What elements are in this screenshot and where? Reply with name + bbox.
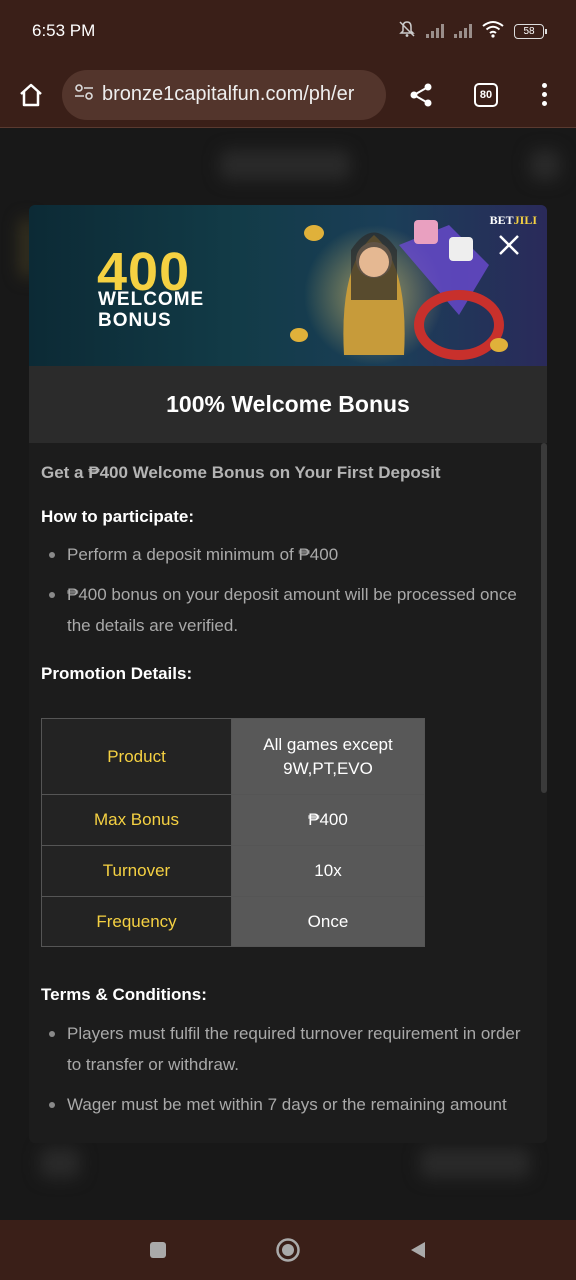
browser-toolbar: bronze1capitalfun.com/ph/er 80 [0, 62, 576, 128]
status-bar: 6:53 PM 58 [0, 0, 576, 62]
banner-artwork [290, 220, 508, 365]
table-value: ₱400 [231, 794, 425, 846]
banner-bonus: BONUS [98, 310, 172, 331]
screen: 6:53 PM 58 bronze1capitalfun.com/ph/er 8… [0, 0, 576, 1280]
table-row: Frequency Once [41, 896, 425, 947]
bg-logo [220, 150, 350, 180]
promo-modal: 400 WELCOME BONUS BETJILI 100% Welcome B… [29, 205, 547, 1143]
close-icon [499, 235, 519, 255]
mute-bell-icon [398, 20, 416, 43]
table-row: Product All games except 9W,PT,EVO [41, 718, 425, 795]
how-to-participate-heading: How to participate: [41, 507, 195, 526]
url-text[interactable]: bronze1capitalfun.com/ph/er [102, 83, 354, 106]
brand-logo-part2: JILI [513, 213, 537, 227]
table-row: Max Bonus ₱400 [41, 794, 425, 846]
tab-count[interactable]: 80 [474, 82, 498, 107]
close-button[interactable] [495, 231, 523, 259]
status-icons: 58 [398, 20, 547, 43]
table-label: Frequency [41, 896, 232, 947]
modal-scrollbar[interactable] [541, 443, 547, 793]
list-item: Wager must be met within 7 days or the r… [47, 1089, 535, 1120]
system-nav-bar [0, 1220, 576, 1280]
battery-icon: 58 [514, 23, 547, 39]
promotion-details-heading: Promotion Details: [41, 664, 193, 683]
bg-footer-2 [420, 1148, 530, 1178]
intro-text: Get a ₱400 Welcome Bonus on Your First D… [41, 463, 441, 482]
modal-header: 100% Welcome Bonus [29, 366, 547, 443]
list-item: Players must fulfil the required turnove… [47, 1018, 535, 1080]
back-button[interactable] [403, 1235, 433, 1265]
home-icon [20, 83, 42, 106]
table-value: 10x [231, 845, 425, 897]
more-menu-button[interactable] [516, 67, 572, 123]
modal-body[interactable]: Get a ₱400 Welcome Bonus on Your First D… [29, 443, 547, 1143]
recents-icon [150, 1242, 166, 1258]
home-nav-button[interactable] [273, 1235, 303, 1265]
brand-logo: BETJILI [490, 213, 537, 228]
table-label: Max Bonus [41, 794, 232, 846]
table-value: Once [231, 896, 425, 947]
dot [541, 92, 547, 97]
table-label: Turnover [41, 845, 232, 897]
site-settings-icon[interactable] [74, 83, 94, 106]
address-bar[interactable]: bronze1capitalfun.com/ph/er [62, 69, 386, 120]
dot [541, 83, 547, 88]
home-circle-icon [276, 1238, 300, 1262]
bg-footer-1 [40, 1148, 80, 1178]
brand-logo-part1: BET [489, 213, 514, 227]
tab-switcher-button[interactable]: 80 [456, 67, 516, 123]
wifi-icon [482, 20, 504, 43]
list-item: Perform a deposit minimum of ₱400 [47, 539, 535, 570]
back-icon [411, 1242, 425, 1258]
status-time: 6:53 PM [32, 21, 96, 40]
how-to-list: Perform a deposit minimum of ₱400 ₱400 b… [47, 539, 535, 641]
bg-icon [530, 150, 560, 180]
banner-welcome: WELCOME [98, 289, 205, 310]
list-item: ₱400 bonus on your deposit amount will b… [47, 579, 535, 641]
promo-banner: 400 WELCOME BONUS BETJILI [29, 205, 547, 366]
terms-list: Players must fulfil the required turnove… [47, 1018, 535, 1120]
table-label: Product [41, 718, 232, 795]
home-button[interactable] [0, 67, 62, 123]
signal-icon-1 [426, 24, 444, 38]
terms-heading: Terms & Conditions: [41, 985, 207, 1004]
modal-title: 100% Welcome Bonus [166, 391, 410, 417]
dot [541, 101, 547, 106]
share-button[interactable] [386, 67, 456, 123]
signal-icon-2 [454, 24, 472, 38]
table-row: Turnover 10x [41, 845, 425, 897]
share-icon [410, 83, 432, 106]
promotion-table: Product All games except 9W,PT,EVO Max B… [41, 718, 425, 947]
recents-button[interactable] [143, 1235, 173, 1265]
table-value: All games except 9W,PT,EVO [231, 718, 425, 795]
